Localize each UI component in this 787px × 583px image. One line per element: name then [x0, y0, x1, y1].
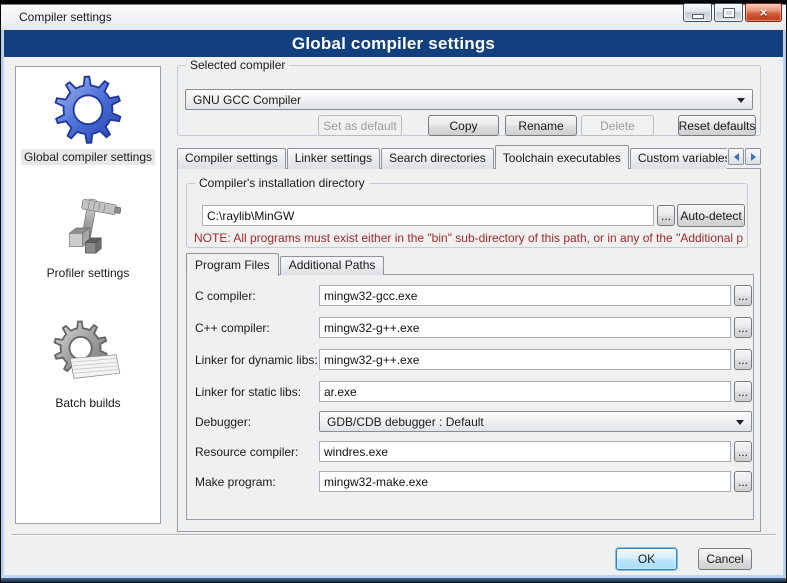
sidebar-item-label: Profiler settings [44, 265, 133, 281]
auto-detect-button[interactable]: Auto-detect [677, 204, 745, 227]
sidebar-item-profiler-settings[interactable]: Profiler settings [44, 195, 133, 281]
chevron-down-icon [736, 420, 744, 425]
selected-compiler-group: Selected compiler GNU GCC Compiler Set a… [177, 65, 761, 136]
cancel-button[interactable]: Cancel [698, 548, 752, 570]
sidebar-item-label: Global compiler settings [21, 149, 155, 165]
window-border-right [783, 30, 786, 582]
minimize-icon [692, 14, 704, 19]
tab-linker-settings[interactable]: Linker settings [287, 148, 380, 169]
subtab-additional-paths[interactable]: Additional Paths [280, 256, 385, 275]
maximize-button[interactable] [714, 3, 743, 22]
caption-buttons: × [683, 3, 782, 22]
window-title: Compiler settings [19, 10, 112, 24]
linker-static-input[interactable] [319, 381, 731, 402]
set-as-default-button[interactable]: Set as default [318, 115, 402, 136]
tab-scroll-buttons [727, 148, 761, 165]
rename-button[interactable]: Rename [505, 115, 577, 136]
window-border-bottom [1, 575, 786, 582]
linker-dynamic-browse-button[interactable]: ... [734, 349, 752, 370]
sidebar-item-label: Batch builds [52, 395, 123, 411]
make-program-label: Make program: [195, 475, 276, 489]
installation-directory-group: Compiler's installation directory ... Au… [186, 183, 748, 248]
linker-static-label: Linker for static libs: [195, 385, 301, 399]
subtab-program-files[interactable]: Program Files [186, 253, 279, 276]
resource-compiler-label: Resource compiler: [195, 445, 298, 459]
compiler-select[interactable]: GNU GCC Compiler [185, 89, 753, 110]
field-row-linker-dynamic: Linker for dynamic libs: ... [187, 349, 753, 371]
installation-directory-input[interactable] [202, 205, 654, 226]
footer-separator [11, 534, 776, 536]
delete-button[interactable]: Delete [581, 115, 654, 136]
dialog-header: Global compiler settings [4, 30, 783, 57]
program-files-subtab-strip: Program Files Additional Paths [186, 253, 385, 275]
ok-button[interactable]: OK [616, 548, 677, 570]
blue-gear-icon [52, 73, 124, 145]
copy-button[interactable]: Copy [428, 115, 499, 136]
minimize-button[interactable] [683, 3, 712, 22]
close-icon: × [760, 5, 768, 21]
settings-tab-strip: Compiler settings Linker settings Search… [177, 145, 727, 169]
window-border-left [1, 30, 4, 582]
dialog-header-title: Global compiler settings [292, 34, 495, 54]
c-compiler-label: C compiler: [195, 289, 256, 303]
titlebar[interactable]: Compiler settings × [1, 1, 786, 30]
debugger-label: Debugger: [195, 415, 251, 429]
caliper-icon [55, 195, 121, 261]
maximize-icon [723, 8, 735, 18]
cpp-compiler-label: C++ compiler: [195, 321, 270, 335]
tab-scroll-left-button[interactable] [728, 148, 744, 165]
tab-scroll-right-button[interactable] [745, 148, 761, 165]
resource-compiler-browse-button[interactable]: ... [734, 441, 752, 462]
field-row-c-compiler: C compiler: ... [187, 285, 753, 307]
cpp-compiler-browse-button[interactable]: ... [734, 317, 752, 338]
field-row-resource-compiler: Resource compiler: ... [187, 441, 753, 463]
left-arrow-icon [734, 153, 739, 161]
linker-static-browse-button[interactable]: ... [734, 381, 752, 402]
compiler-settings-window: Compiler settings × Global compiler sett… [0, 0, 787, 583]
c-compiler-input[interactable] [319, 285, 731, 306]
sidebar-item-global-compiler-settings[interactable]: Global compiler settings [21, 73, 155, 165]
toolchain-executables-panel: Compiler's installation directory ... Au… [177, 168, 761, 532]
c-compiler-browse-button[interactable]: ... [734, 285, 752, 306]
installation-directory-legend: Compiler's installation directory [195, 176, 369, 190]
linker-dynamic-input[interactable] [319, 349, 731, 370]
debugger-select-value: GDB/CDB debugger : Default [327, 415, 484, 429]
debugger-select[interactable]: GDB/CDB debugger : Default [319, 411, 752, 432]
program-files-panel: C compiler: ... C++ compiler: ... Linker… [186, 274, 754, 520]
installation-note: NOTE: All programs must exist either in … [194, 231, 743, 245]
right-arrow-icon [751, 153, 756, 161]
gear-stack-icon [51, 317, 125, 391]
make-program-input[interactable] [319, 471, 731, 492]
settings-category-list: Global compiler settings [15, 66, 161, 524]
sidebar-item-batch-builds[interactable]: Batch builds [51, 317, 125, 411]
resource-compiler-input[interactable] [319, 441, 731, 462]
cpp-compiler-input[interactable] [319, 317, 731, 338]
tab-compiler-settings[interactable]: Compiler settings [177, 148, 286, 169]
field-row-make-program: Make program: ... [187, 471, 753, 493]
tab-toolchain-executables[interactable]: Toolchain executables [495, 145, 629, 169]
linker-dynamic-label: Linker for dynamic libs: [195, 353, 318, 367]
installation-directory-browse-button[interactable]: ... [657, 205, 675, 226]
tab-custom-variables[interactable]: Custom variables [630, 148, 727, 169]
field-row-cpp-compiler: C++ compiler: ... [187, 317, 753, 339]
chevron-down-icon [737, 98, 745, 103]
make-program-browse-button[interactable]: ... [734, 471, 752, 492]
field-row-linker-static: Linker for static libs: ... [187, 381, 753, 403]
field-row-debugger: Debugger: GDB/CDB debugger : Default [187, 411, 753, 433]
compiler-select-value: GNU GCC Compiler [193, 93, 301, 107]
close-button[interactable]: × [745, 3, 782, 22]
tab-search-directories[interactable]: Search directories [381, 148, 494, 169]
selected-compiler-legend: Selected compiler [186, 58, 289, 72]
reset-defaults-button[interactable]: Reset defaults [678, 115, 756, 136]
